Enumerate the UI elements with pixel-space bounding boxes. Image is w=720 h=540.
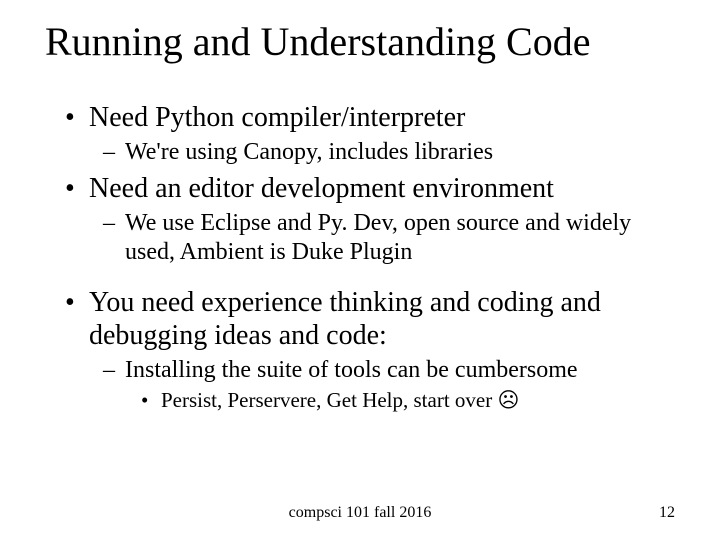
bullet-level1: Need Python compiler/interpreter — [55, 101, 665, 134]
spacer — [55, 270, 665, 280]
bullet-level1: Need an editor development environment — [55, 172, 665, 205]
bullet-level2: We're using Canopy, includes libraries — [55, 138, 665, 166]
bullet-level2: Installing the suite of tools can be cum… — [55, 356, 665, 384]
slide: Running and Understanding Code Need Pyth… — [0, 0, 720, 540]
bullet-level3: Persist, Perservere, Get Help, start ove… — [55, 388, 665, 413]
footer-course: compsci 101 fall 2016 — [0, 504, 720, 522]
footer-page-number: 12 — [659, 504, 675, 522]
bullet-level1: You need experience thinking and coding … — [55, 286, 665, 352]
bullet-level2: We use Eclipse and Py. Dev, open source … — [55, 209, 665, 266]
slide-title: Running and Understanding Code — [45, 20, 675, 64]
slide-body: Need Python compiler/interpreter We're u… — [55, 95, 665, 417]
